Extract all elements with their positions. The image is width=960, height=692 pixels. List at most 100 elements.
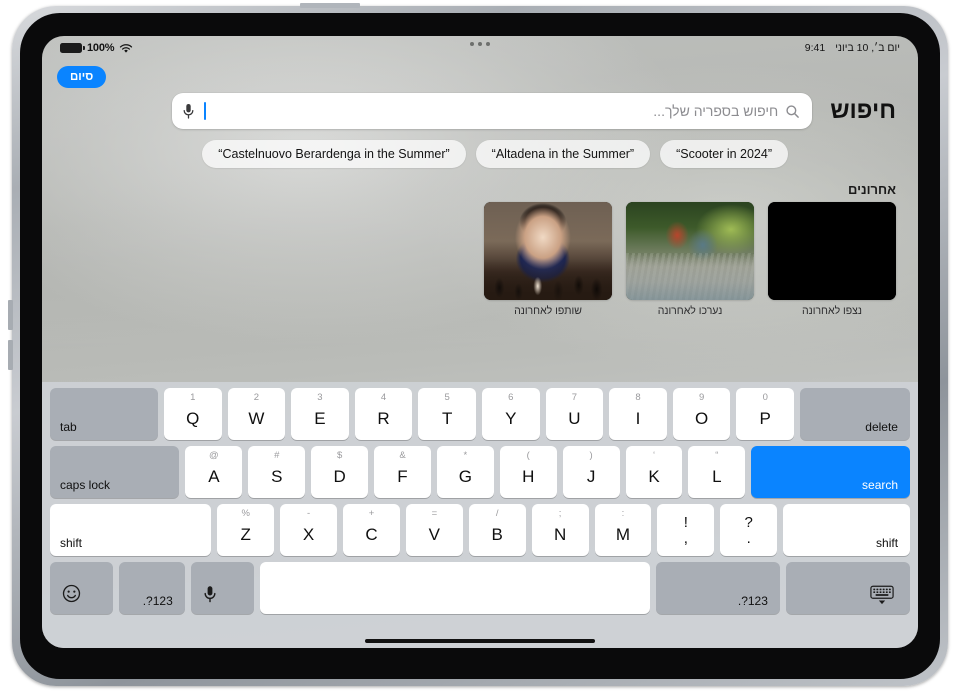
key-label: G <box>458 467 472 486</box>
key-sublabel: 8 <box>635 392 641 403</box>
battery-percent-label: 100% <box>87 42 115 54</box>
thumbnail-art <box>768 202 896 300</box>
key-r[interactable]: 4 R <box>354 388 413 440</box>
key-f[interactable]: & F <box>374 446 431 498</box>
key-sublabel: / <box>495 508 499 519</box>
key-shift-right[interactable]: shift <box>783 504 911 556</box>
key-label: P <box>759 409 771 428</box>
key-sublabel: $ <box>336 450 343 461</box>
on-screen-keyboard: tab 1 Q 2 W 3 E 4 R 5 T 6 Y 7 U 8 I 9 O … <box>42 382 918 648</box>
key-n[interactable]: ; N <box>531 504 589 556</box>
key-d[interactable]: $ D <box>311 446 369 498</box>
key-i[interactable]: 8 I <box>609 388 667 440</box>
search-icon <box>786 104 800 118</box>
recents-item[interactable]: נצפו לאחרונה <box>768 202 896 317</box>
key-label: J <box>586 467 596 486</box>
status-bar-right: יום ב׳, 10 ביוני 9:41 <box>805 42 900 54</box>
keyboard-row-4: .?123 .?123 <box>50 562 910 614</box>
key-label: Y <box>505 409 517 428</box>
volume-up-button[interactable] <box>8 300 13 330</box>
key-label: I <box>635 409 641 428</box>
key-space[interactable] <box>260 562 650 614</box>
key-j[interactable]: ) J <box>562 446 620 498</box>
keyboard-row-3: shift % Z - X + C = V / B ; N: M ! , ? … <box>50 504 911 556</box>
suggestion-chip[interactable]: “Altadena in the Summer” <box>475 140 651 168</box>
key-emoji[interactable] <box>50 562 114 614</box>
key-o[interactable]: 9 O <box>672 388 731 440</box>
key-e[interactable]: 3 E <box>291 388 349 440</box>
key-label: A <box>208 467 220 486</box>
home-indicator[interactable] <box>365 639 595 643</box>
recents-thumbnail[interactable] <box>484 202 612 300</box>
key-label: R <box>377 409 390 428</box>
key-label: .?123 <box>737 594 768 608</box>
key-sublabel: - <box>307 508 311 519</box>
recents-caption: נצפו לאחרונה <box>801 305 862 317</box>
key-b[interactable]: / B <box>468 504 526 556</box>
key-shift-left[interactable]: shift <box>50 504 212 556</box>
key-dictation[interactable] <box>190 562 255 614</box>
key-sublabel: ; <box>558 508 562 519</box>
key-label: D <box>333 467 346 486</box>
key-exclamation-comma[interactable]: ! , <box>657 504 715 556</box>
key-sublabel: = <box>431 508 438 519</box>
key-l[interactable]: “ L <box>688 446 746 498</box>
key-label: U <box>568 409 581 428</box>
key-dismiss-keyboard[interactable] <box>785 562 910 614</box>
status-bar-time: 9:41 <box>804 42 826 54</box>
key-h[interactable]: ( H <box>499 446 557 498</box>
key-u[interactable]: 7 U <box>545 388 604 440</box>
key-label: H <box>522 467 535 486</box>
done-button[interactable]: סיום <box>57 66 107 88</box>
recents-thumbnail[interactable] <box>626 202 754 300</box>
key-c[interactable]: + C <box>343 504 400 556</box>
key-label: V <box>428 525 441 544</box>
ipad-device: 100% יום ב׳, 10 ביוני 9:41 סיום חיפוש חי… <box>0 0 960 692</box>
key-numbers-right[interactable]: .?123 <box>655 562 780 614</box>
suggestion-chip[interactable]: “Scooter in 2024” <box>660 140 788 168</box>
key-label: W <box>248 409 265 428</box>
recents-thumbnail[interactable] <box>768 202 896 300</box>
key-label: L <box>712 467 722 486</box>
suggestion-chip[interactable]: “Castelnuovo Berardenga in the Summer” <box>202 140 466 168</box>
key-caps-lock[interactable]: caps lock <box>50 446 180 498</box>
key-p[interactable]: 0 P <box>736 388 795 440</box>
key-tab[interactable]: tab <box>50 388 158 440</box>
key-bottom-label: , <box>683 529 688 547</box>
key-sublabel: + <box>368 508 375 519</box>
key-k[interactable]: ‘ K <box>625 446 683 498</box>
recents-item[interactable]: נערכו לאחרונה <box>626 202 754 317</box>
thumbnail-art <box>484 202 612 300</box>
power-button[interactable] <box>300 3 360 8</box>
key-g[interactable]: * G <box>436 446 494 498</box>
recents-item[interactable]: שותפו לאחרונה <box>484 202 612 317</box>
key-search-return[interactable]: search <box>751 446 911 498</box>
key-x[interactable]: - X <box>280 504 338 556</box>
key-t[interactable]: 5 T <box>418 388 476 440</box>
key-sublabel: 2 <box>253 392 259 403</box>
key-w[interactable]: 2 W <box>227 388 286 440</box>
key-question-period[interactable]: ? . <box>720 504 778 556</box>
key-a[interactable]: @ A <box>185 446 243 498</box>
key-y[interactable]: 6 Y <box>481 388 540 440</box>
dismiss-keyboard-icon <box>870 585 894 605</box>
recents-heading: אחרונים <box>847 182 896 197</box>
key-label: shift <box>60 536 83 550</box>
key-q[interactable]: 1 Q <box>163 388 222 440</box>
key-label: N <box>553 525 567 544</box>
key-m[interactable]: : M <box>594 504 652 556</box>
key-label: search <box>862 478 899 492</box>
key-v[interactable]: = V <box>405 504 463 556</box>
key-delete[interactable]: delete <box>800 388 910 440</box>
key-label: T <box>441 409 453 428</box>
suggestion-chips: “Scooter in 2024” “Altadena in the Summe… <box>42 140 918 168</box>
key-label: C <box>365 525 378 544</box>
key-numbers-left[interactable]: .?123 <box>119 562 185 614</box>
key-z[interactable]: % Z <box>217 504 275 556</box>
key-sublabel: & <box>399 450 406 461</box>
search-input[interactable]: חיפוש בספריה שלך... <box>172 93 813 129</box>
microphone-icon[interactable] <box>182 103 195 120</box>
key-s[interactable]: # S <box>248 446 306 498</box>
volume-down-button[interactable] <box>8 340 13 370</box>
multitasking-dots-icon[interactable] <box>470 42 490 46</box>
